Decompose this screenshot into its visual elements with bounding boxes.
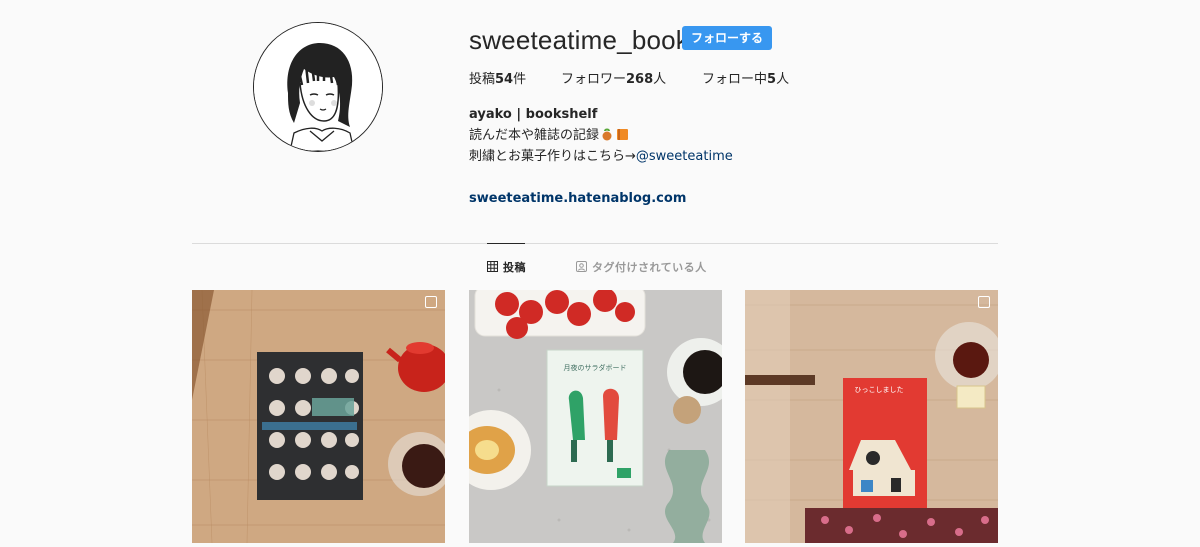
active-tab-indicator — [487, 243, 525, 244]
bio-line-1-text: 読んだ本や雑誌の記録 — [469, 128, 600, 143]
post-thumbnail[interactable]: ひっこしました — [745, 290, 998, 543]
following-label: フォロー中 — [702, 72, 768, 87]
tea-emoji-icon — [602, 128, 612, 141]
multiple-images-icon — [978, 296, 990, 308]
bio-line-2-text: 刺繍とお菓子作りはこちら→ — [469, 149, 636, 164]
book-title-moving: ひっこしました — [855, 386, 904, 394]
profile-bio: ayako | bookshelf 読んだ本や雑誌の記録 刺繍とお菓子作りはこち… — [469, 104, 733, 209]
follow-button[interactable]: フォローする — [682, 26, 772, 50]
post-thumbnail[interactable]: 月夜のサラダボード — [469, 290, 722, 543]
bio-line-1: 読んだ本や雑誌の記録 — [469, 125, 733, 146]
tab-divider — [192, 243, 998, 244]
tab-tagged-label: タグ付けされている人 — [592, 261, 707, 274]
profile-website-link[interactable]: sweeteatime.hatenablog.com — [469, 188, 733, 209]
posts-count-value: 54 — [495, 72, 514, 87]
orange-book-emoji-icon — [617, 129, 629, 140]
followers-unit: 人 — [653, 72, 667, 87]
posts-count-unit: 件 — [513, 72, 527, 87]
posts-count: 投稿54件 — [469, 68, 526, 87]
following-unit: 人 — [776, 72, 790, 87]
book-title-salad: 月夜のサラダボード — [564, 363, 627, 372]
tagged-person-icon — [576, 261, 587, 272]
post-image-moving-book: ひっこしました — [745, 290, 998, 543]
following-value: 5 — [767, 72, 777, 87]
profile-full-name: ayako | bookshelf — [469, 107, 598, 122]
followers-value: 268 — [626, 72, 654, 87]
grid-icon — [487, 261, 498, 272]
tab-tagged[interactable]: タグ付けされている人 — [576, 259, 707, 275]
bio-line-2: 刺繍とお菓子作りはこちら→@sweeteatime — [469, 146, 733, 167]
following-count-link[interactable]: フォロー中5人 — [702, 68, 789, 87]
post-image-salad-book: 月夜のサラダボード — [469, 290, 722, 543]
profile-username: sweeteatime_book — [469, 25, 689, 55]
bio-mention-link[interactable]: @sweeteatime — [636, 149, 733, 164]
post-thumbnail[interactable] — [192, 290, 445, 543]
posts-count-label: 投稿 — [469, 72, 496, 87]
followers-label: フォロワー — [561, 72, 627, 87]
tab-posts[interactable]: 投稿 — [487, 259, 526, 275]
post-image-cookie-book — [192, 290, 445, 543]
profile-avatar[interactable] — [253, 22, 383, 152]
followers-count-link[interactable]: フォロワー268人 — [561, 68, 666, 87]
multiple-images-icon — [425, 296, 437, 308]
tab-posts-label: 投稿 — [503, 261, 526, 274]
